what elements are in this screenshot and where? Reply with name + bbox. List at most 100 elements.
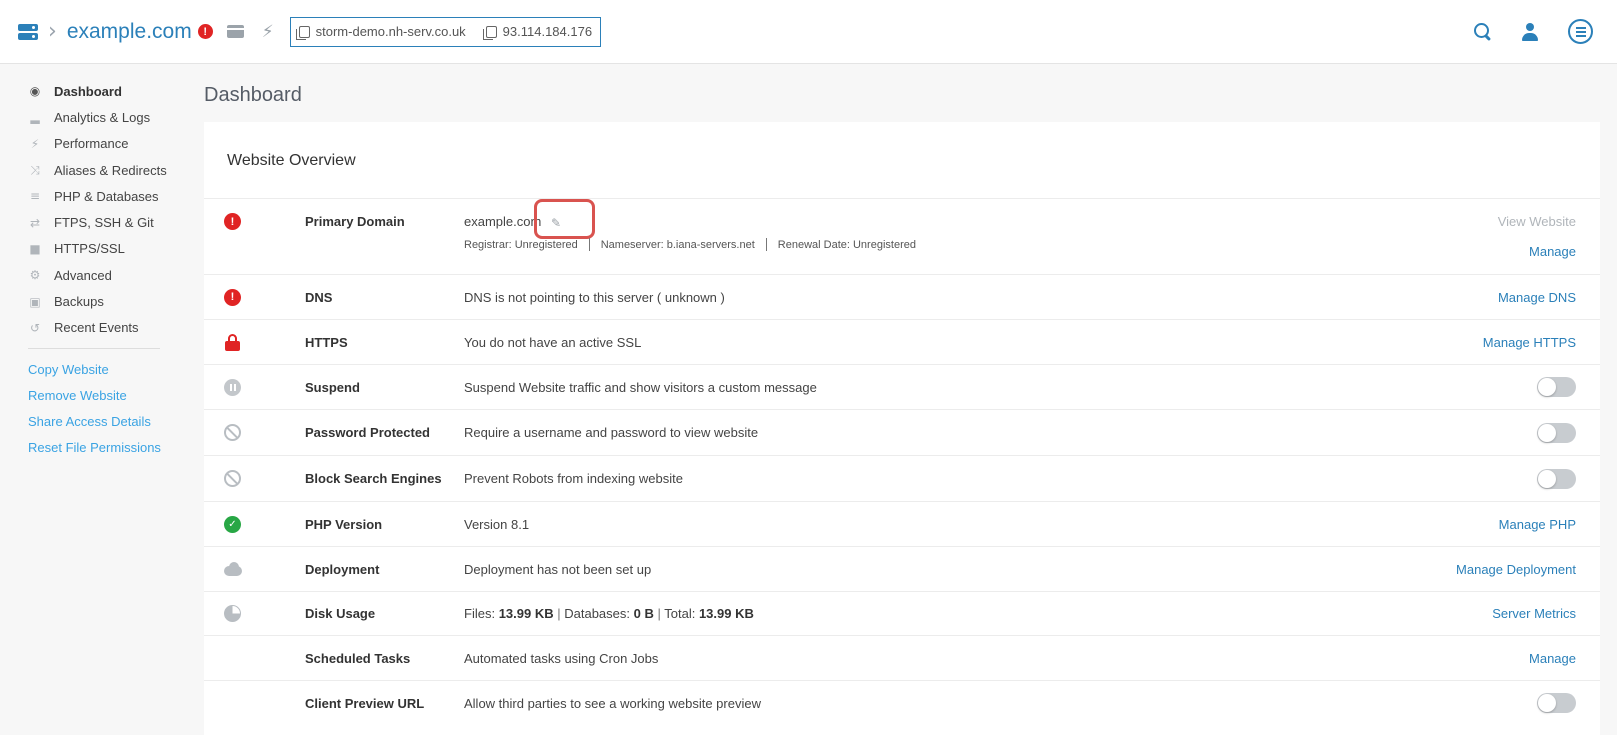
total-label: Total: xyxy=(664,606,696,621)
database-icon: ≡ xyxy=(29,189,41,204)
host-info-box: storm-demo.nh-serv.co.uk 93.114.184.176 xyxy=(289,16,602,47)
sidebar-item-label: FTPS, SSH & Git xyxy=(54,215,154,231)
scheduled-tasks-row: Scheduled Tasks Automated tasks using Cr… xyxy=(204,636,1600,681)
manage-php-link[interactable]: Manage PHP xyxy=(1499,517,1576,532)
disk-usage-row: Disk Usage Files: 13.99 KB | Databases: … xyxy=(204,592,1600,636)
sidebar-item-label: HTTPS/SSL xyxy=(54,241,125,257)
shuffle-icon: ⤨ xyxy=(30,162,40,177)
row-description: Version 8.1 xyxy=(464,516,530,532)
ban-icon xyxy=(224,424,241,441)
manage-dns-link[interactable]: Manage DNS xyxy=(1498,290,1576,305)
hostname-copy[interactable]: storm-demo.nh-serv.co.uk xyxy=(295,24,466,40)
row-label: Client Preview URL xyxy=(305,695,425,711)
ip-copy[interactable]: 93.114.184.176 xyxy=(482,24,593,40)
wrench-icon: ⚙ xyxy=(29,268,41,283)
password-protected-toggle[interactable] xyxy=(1537,422,1576,443)
card-icon[interactable] xyxy=(226,25,244,38)
row-description: Allow third parties to see a working web… xyxy=(464,695,761,711)
databases-label: Databases: xyxy=(564,606,630,621)
sidebar-item-label: Performance xyxy=(54,136,129,152)
server-icon[interactable] xyxy=(18,23,38,40)
server-metrics-link[interactable]: Server Metrics xyxy=(1492,606,1576,621)
domain-value: example.com xyxy=(464,214,542,229)
sidebar-item-label: Analytics & Logs xyxy=(54,109,151,125)
block-search-engines-toggle[interactable] xyxy=(1537,468,1576,489)
check-icon: ✓ xyxy=(224,515,241,533)
transfer-icon: ⇄ xyxy=(29,215,41,230)
error-icon[interactable]: ! xyxy=(197,24,213,39)
ip-text: 93.114.184.176 xyxy=(502,24,593,39)
dns-row: ! DNS DNS is not pointing to this server… xyxy=(204,275,1600,320)
sidebar-item-dashboard[interactable]: ◉ Dashboard xyxy=(28,78,178,104)
sidebar-item-backups[interactable]: ▣ Backups xyxy=(28,288,178,314)
row-label: Deployment xyxy=(305,561,380,577)
sidebar-item-aliases[interactable]: ⤨ Aliases & Redirects xyxy=(28,157,178,183)
row-label: Scheduled Tasks xyxy=(305,650,411,666)
chart-icon: ▂ xyxy=(30,110,40,125)
manage-domain-link[interactable]: Manage xyxy=(1529,244,1576,259)
lock-icon xyxy=(224,333,241,351)
cloud-upload-icon xyxy=(224,561,242,578)
sidebar-item-advanced[interactable]: ⚙ Advanced xyxy=(28,262,178,288)
site-name[interactable]: example.com xyxy=(67,20,192,44)
disk-usage-summary: Files: 13.99 KB | Databases: 0 B | Total… xyxy=(464,606,754,621)
manage-cron-link[interactable]: Manage xyxy=(1529,651,1576,666)
manage-deployment-link[interactable]: Manage Deployment xyxy=(1456,562,1576,577)
row-label: PHP Version xyxy=(305,516,383,532)
suspend-row: Suspend Suspend Website traffic and show… xyxy=(204,365,1600,410)
copy-icon[interactable] xyxy=(295,25,310,40)
copy-website-link[interactable]: Copy Website xyxy=(28,357,178,383)
files-label: Files: xyxy=(464,606,496,621)
registrar-text: Registrar: Unregistered xyxy=(464,238,578,251)
renewal-text: Renewal Date: Unregistered xyxy=(777,238,916,251)
sidebar-item-https[interactable]: ■ HTTPS/SSL xyxy=(28,236,178,262)
bolt-icon: ⚡ xyxy=(30,136,40,151)
chevron-right-icon: › xyxy=(48,18,57,44)
sidebar-item-label: Backups xyxy=(54,294,104,310)
https-row: HTTPS You do not have an active SSL Mana… xyxy=(204,320,1600,365)
top-bar: › example.com ! ⚡ storm-demo.nh-serv.co.… xyxy=(0,0,1617,64)
copy-icon[interactable] xyxy=(482,25,497,40)
ban-icon xyxy=(224,470,241,487)
sidebar-item-php-databases[interactable]: ≡ PHP & Databases xyxy=(28,183,178,209)
row-description: Suspend Website traffic and show visitor… xyxy=(464,379,817,395)
client-preview-toggle[interactable] xyxy=(1537,693,1576,713)
user-icon[interactable] xyxy=(1522,22,1538,41)
sidebar-item-analytics[interactable]: ▂ Analytics & Logs xyxy=(28,104,178,130)
page-title: Dashboard xyxy=(204,84,302,106)
history-icon: ↺ xyxy=(29,320,41,335)
highlight-box xyxy=(534,199,595,239)
row-description: Require a username and password to view … xyxy=(464,425,759,440)
menu-list-icon[interactable] xyxy=(1568,19,1593,44)
row-label: DNS xyxy=(305,289,333,305)
nameserver-text: Nameserver: b.iana-servers.net xyxy=(600,238,755,251)
primary-domain-row: ! Primary Domain example.com ✎ Registrar… xyxy=(204,199,1600,275)
row-label: Suspend xyxy=(305,379,360,395)
sidebar-item-ftps[interactable]: ⇄ FTPS, SSH & Git xyxy=(28,209,178,235)
deployment-row: Deployment Deployment has not been set u… xyxy=(204,547,1600,592)
files-size: 13.99 KB xyxy=(498,606,554,621)
row-label: Password Protected xyxy=(305,425,430,440)
sidebar-divider xyxy=(28,347,160,349)
sidebar-item-recent-events[interactable]: ↺ Recent Events xyxy=(28,315,178,341)
view-website-link[interactable]: View Website xyxy=(1498,214,1576,229)
databases-size: 0 B xyxy=(633,606,654,621)
bolt-icon[interactable]: ⚡ xyxy=(262,22,274,42)
total-size: 13.99 KB xyxy=(698,606,754,621)
suspend-toggle[interactable] xyxy=(1537,377,1576,397)
php-version-row: ✓ PHP Version Version 8.1 Manage PHP xyxy=(204,502,1600,547)
remove-website-link[interactable]: Remove Website xyxy=(28,383,178,409)
dashboard-icon: ◉ xyxy=(29,84,41,99)
manage-https-link[interactable]: Manage HTTPS xyxy=(1483,335,1576,350)
website-overview-panel: Website Overview ! Primary Domain exampl… xyxy=(204,122,1600,735)
row-description: Deployment has not been set up xyxy=(464,561,652,577)
sidebar-item-performance[interactable]: ⚡ Performance xyxy=(28,131,178,157)
reset-permissions-link[interactable]: Reset File Permissions xyxy=(28,435,178,461)
password-protected-row: Password Protected Require a username an… xyxy=(204,410,1600,456)
share-access-link[interactable]: Share Access Details xyxy=(28,409,178,435)
row-description: DNS is not pointing to this server ( unk… xyxy=(464,289,725,305)
block-search-engines-row: Block Search Engines Prevent Robots from… xyxy=(204,456,1600,502)
row-label: HTTPS xyxy=(305,334,348,350)
sidebar-item-label: Aliases & Redirects xyxy=(54,162,167,178)
search-icon[interactable] xyxy=(1474,22,1492,41)
